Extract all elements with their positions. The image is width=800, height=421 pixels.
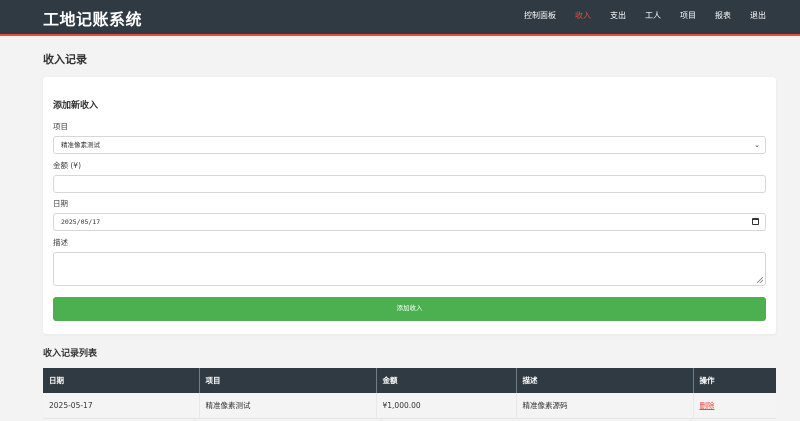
description-label: 描述 — [53, 238, 68, 247]
cell-amount: ¥1,000.00 — [376, 393, 517, 419]
cell-date: 2025-05-17 — [43, 393, 200, 419]
project-label: 项目 — [53, 122, 68, 131]
income-table: 日期 项目 金额 描述 操作 2025-05-17 精准像素测试 ¥1,000.… — [43, 368, 776, 419]
main-nav: 控制面板 收入 支出 工人 项目 报表 退出 — [505, 11, 766, 20]
column-header-date: 日期 — [43, 368, 200, 393]
cell-project: 精准像素测试 — [199, 393, 377, 419]
chevron-down-icon: ⌄ — [754, 141, 760, 149]
nav-projects[interactable]: 项目 — [680, 11, 696, 20]
description-textarea[interactable] — [53, 252, 766, 286]
amount-label: 金额 (¥) — [53, 161, 82, 170]
table-row: 2025-05-17 精准像素测试 ¥1,000.00 精准像素源码 删除 — [43, 393, 776, 419]
date-label: 日期 — [53, 199, 68, 208]
calendar-icon[interactable] — [752, 218, 759, 225]
page-title: 收入记录 — [43, 53, 87, 66]
cell-description: 精准像素源码 — [516, 393, 694, 419]
table-header-row: 日期 项目 金额 描述 操作 — [43, 368, 776, 393]
cell-actions: 删除 — [693, 393, 776, 419]
top-navbar: 工地记账系统 控制面板 收入 支出 工人 项目 报表 退出 — [0, 0, 800, 36]
form-title: 添加新收入 — [53, 101, 99, 111]
column-header-actions: 操作 — [693, 368, 776, 393]
nav-logout[interactable]: 退出 — [750, 11, 766, 20]
nav-income[interactable]: 收入 — [575, 11, 591, 20]
income-list-title: 收入记录列表 — [43, 349, 98, 359]
column-header-project: 项目 — [199, 368, 377, 393]
nav-expense[interactable]: 支出 — [610, 11, 626, 20]
nav-reports[interactable]: 报表 — [715, 11, 731, 20]
date-input-value: 2025/05/17 — [61, 218, 101, 226]
resize-handle-icon[interactable] — [757, 277, 763, 283]
nav-workers[interactable]: 工人 — [645, 11, 661, 20]
amount-input[interactable] — [53, 175, 766, 193]
add-income-form: 添加新收入 项目 精准像素测试 ⌄ 金额 (¥) 日期 2025/05/17 描… — [43, 77, 776, 334]
column-header-amount: 金额 — [376, 368, 517, 393]
add-income-button[interactable]: 添加收入 — [53, 297, 766, 321]
project-select[interactable]: 精准像素测试 ⌄ — [53, 136, 766, 154]
nav-dashboard[interactable]: 控制面板 — [524, 11, 556, 20]
project-select-value: 精准像素测试 — [61, 141, 100, 149]
column-header-description: 描述 — [516, 368, 694, 393]
app-brand[interactable]: 工地记账系统 — [43, 6, 142, 30]
delete-link[interactable]: 删除 — [700, 401, 715, 410]
date-input[interactable]: 2025/05/17 — [53, 213, 766, 231]
